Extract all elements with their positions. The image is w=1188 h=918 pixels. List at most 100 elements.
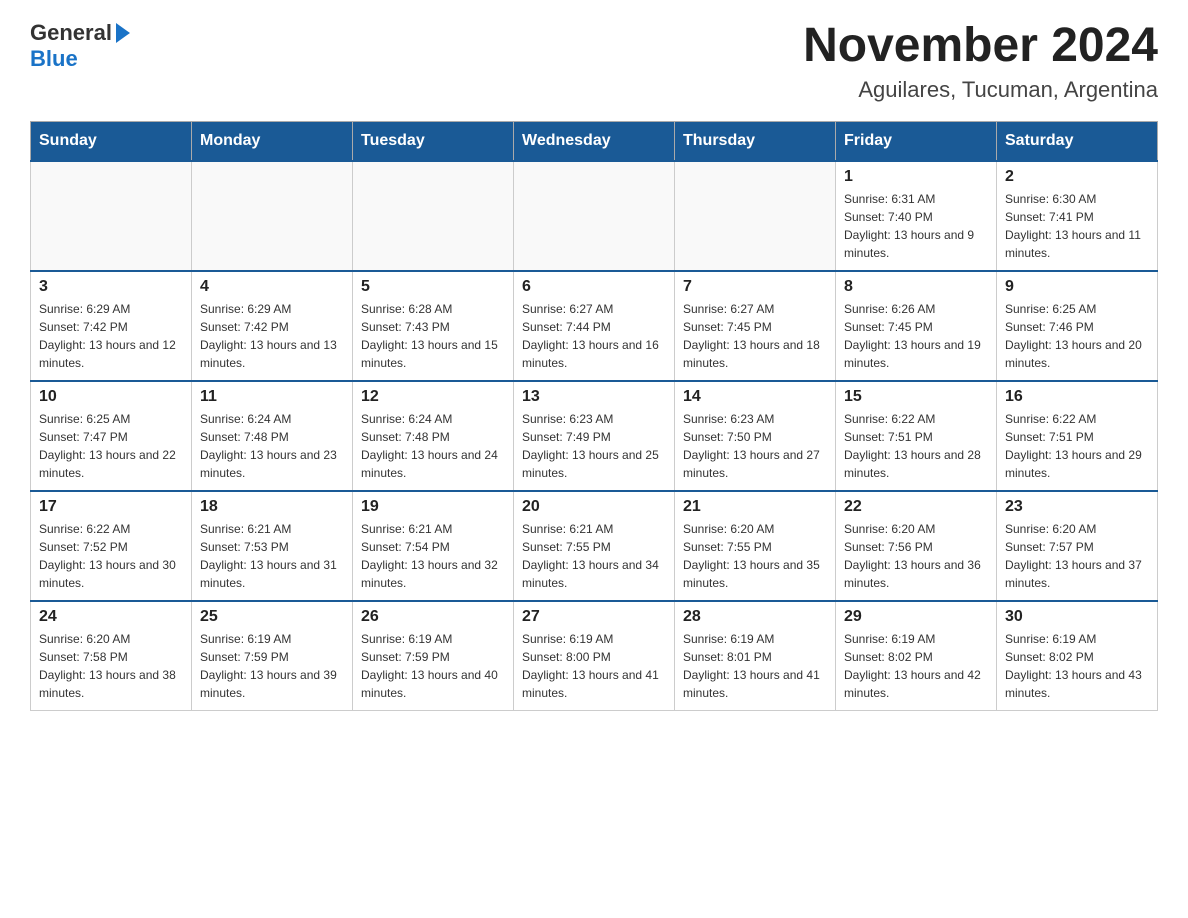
day-number: 27 [522,608,666,626]
column-header-thursday: Thursday [675,121,836,161]
day-number: 11 [200,388,344,406]
day-cell: 9 Sunrise: 6:25 AMSunset: 7:46 PMDaylight… [997,271,1158,381]
day-number: 13 [522,388,666,406]
day-info: Sunrise: 6:23 AMSunset: 7:49 PMDaylight:… [522,410,666,482]
day-cell: 12 Sunrise: 6:24 AMSunset: 7:48 PMDayligh… [353,381,514,491]
column-header-friday: Friday [836,121,997,161]
day-cell [31,161,192,271]
day-info: Sunrise: 6:20 AMSunset: 7:58 PMDaylight:… [39,630,183,702]
day-cell: 22 Sunrise: 6:20 AMSunset: 7:56 PMDayligh… [836,491,997,601]
day-number: 4 [200,278,344,296]
day-info: Sunrise: 6:22 AMSunset: 7:51 PMDaylight:… [1005,410,1149,482]
page-subtitle: Aguilares, Tucuman, Argentina [803,77,1158,103]
day-cell [353,161,514,271]
day-cell: 2 Sunrise: 6:30 AMSunset: 7:41 PMDaylight… [997,161,1158,271]
day-number: 29 [844,608,988,626]
day-info: Sunrise: 6:25 AMSunset: 7:46 PMDaylight:… [1005,300,1149,372]
day-cell: 6 Sunrise: 6:27 AMSunset: 7:44 PMDaylight… [514,271,675,381]
day-number: 22 [844,498,988,516]
day-number: 16 [1005,388,1149,406]
title-block: November 2024 Aguilares, Tucuman, Argent… [803,20,1158,103]
day-info: Sunrise: 6:19 AMSunset: 7:59 PMDaylight:… [200,630,344,702]
day-number: 1 [844,168,988,186]
day-cell: 15 Sunrise: 6:22 AMSunset: 7:51 PMDayligh… [836,381,997,491]
day-info: Sunrise: 6:23 AMSunset: 7:50 PMDaylight:… [683,410,827,482]
day-number: 19 [361,498,505,516]
day-info: Sunrise: 6:24 AMSunset: 7:48 PMDaylight:… [361,410,505,482]
day-number: 17 [39,498,183,516]
logo-triangle-icon [116,23,130,43]
day-number: 9 [1005,278,1149,296]
day-cell: 25 Sunrise: 6:19 AMSunset: 7:59 PMDayligh… [192,601,353,711]
day-number: 6 [522,278,666,296]
day-number: 18 [200,498,344,516]
day-number: 8 [844,278,988,296]
day-info: Sunrise: 6:21 AMSunset: 7:55 PMDaylight:… [522,520,666,592]
day-number: 20 [522,498,666,516]
day-cell: 3Sunrise: 6:29 AMSunset: 7:42 PMDaylight… [31,271,192,381]
day-info: Sunrise: 6:22 AMSunset: 7:51 PMDaylight:… [844,410,988,482]
day-info: Sunrise: 6:27 AMSunset: 7:44 PMDaylight:… [522,300,666,372]
day-info: Sunrise: 6:20 AMSunset: 7:56 PMDaylight:… [844,520,988,592]
calendar-table: SundayMondayTuesdayWednesdayThursdayFrid… [30,121,1158,712]
day-cell: 28 Sunrise: 6:19 AMSunset: 8:01 PMDayligh… [675,601,836,711]
day-info: Sunrise: 6:24 AMSunset: 7:48 PMDaylight:… [200,410,344,482]
day-number: 5 [361,278,505,296]
day-cell: 29 Sunrise: 6:19 AMSunset: 8:02 PMDayligh… [836,601,997,711]
day-cell: 5 Sunrise: 6:28 AMSunset: 7:43 PMDaylight… [353,271,514,381]
day-info: Sunrise: 6:22 AMSunset: 7:52 PMDaylight:… [39,520,183,592]
day-number: 25 [200,608,344,626]
day-cell [675,161,836,271]
day-cell: 11 Sunrise: 6:24 AMSunset: 7:48 PMDayligh… [192,381,353,491]
day-cell: 19 Sunrise: 6:21 AMSunset: 7:54 PMDayligh… [353,491,514,601]
logo: General Blue [30,20,132,72]
week-row-1: 3Sunrise: 6:29 AMSunset: 7:42 PMDaylight… [31,271,1158,381]
day-cell: 18 Sunrise: 6:21 AMSunset: 7:53 PMDayligh… [192,491,353,601]
day-info: Sunrise: 6:19 AMSunset: 8:02 PMDaylight:… [844,630,988,702]
day-number: 2 [1005,168,1149,186]
day-info: Sunrise: 6:19 AMSunset: 7:59 PMDaylight:… [361,630,505,702]
day-info: Sunrise: 6:25 AMSunset: 7:47 PMDaylight:… [39,410,183,482]
day-info: Sunrise: 6:19 AMSunset: 8:01 PMDaylight:… [683,630,827,702]
day-cell: 26Sunrise: 6:19 AMSunset: 7:59 PMDayligh… [353,601,514,711]
day-info: Sunrise: 6:19 AMSunset: 8:00 PMDaylight:… [522,630,666,702]
day-number: 28 [683,608,827,626]
day-info: Sunrise: 6:21 AMSunset: 7:54 PMDaylight:… [361,520,505,592]
day-cell [192,161,353,271]
column-header-monday: Monday [192,121,353,161]
day-info: Sunrise: 6:19 AMSunset: 8:02 PMDaylight:… [1005,630,1149,702]
week-row-4: 24Sunrise: 6:20 AMSunset: 7:58 PMDayligh… [31,601,1158,711]
day-number: 12 [361,388,505,406]
logo-text: General [30,20,112,46]
column-header-tuesday: Tuesday [353,121,514,161]
day-cell: 16 Sunrise: 6:22 AMSunset: 7:51 PMDayligh… [997,381,1158,491]
day-cell: 20 Sunrise: 6:21 AMSunset: 7:55 PMDayligh… [514,491,675,601]
day-number: 7 [683,278,827,296]
day-cell [514,161,675,271]
day-cell: 10Sunrise: 6:25 AMSunset: 7:47 PMDayligh… [31,381,192,491]
column-header-saturday: Saturday [997,121,1158,161]
day-cell: 27 Sunrise: 6:19 AMSunset: 8:00 PMDayligh… [514,601,675,711]
column-header-sunday: Sunday [31,121,192,161]
day-info: Sunrise: 6:27 AMSunset: 7:45 PMDaylight:… [683,300,827,372]
day-cell: 13 Sunrise: 6:23 AMSunset: 7:49 PMDayligh… [514,381,675,491]
day-number: 14 [683,388,827,406]
day-info: Sunrise: 6:29 AMSunset: 7:42 PMDaylight:… [200,300,344,372]
day-number: 15 [844,388,988,406]
day-info: Sunrise: 6:30 AMSunset: 7:41 PMDaylight:… [1005,190,1149,262]
day-info: Sunrise: 6:21 AMSunset: 7:53 PMDaylight:… [200,520,344,592]
day-info: Sunrise: 6:20 AMSunset: 7:55 PMDaylight:… [683,520,827,592]
day-info: Sunrise: 6:31 AMSunset: 7:40 PMDaylight:… [844,190,988,262]
day-cell: 30 Sunrise: 6:19 AMSunset: 8:02 PMDayligh… [997,601,1158,711]
day-info: Sunrise: 6:29 AMSunset: 7:42 PMDaylight:… [39,300,183,372]
logo-blue-text: Blue [30,46,78,72]
page-header: General Blue November 2024 Aguilares, Tu… [30,20,1158,103]
column-header-wednesday: Wednesday [514,121,675,161]
page-title: November 2024 [803,20,1158,73]
day-info: Sunrise: 6:28 AMSunset: 7:43 PMDaylight:… [361,300,505,372]
day-cell: 7 Sunrise: 6:27 AMSunset: 7:45 PMDaylight… [675,271,836,381]
day-cell: 21Sunrise: 6:20 AMSunset: 7:55 PMDayligh… [675,491,836,601]
day-number: 23 [1005,498,1149,516]
day-info: Sunrise: 6:20 AMSunset: 7:57 PMDaylight:… [1005,520,1149,592]
day-number: 30 [1005,608,1149,626]
